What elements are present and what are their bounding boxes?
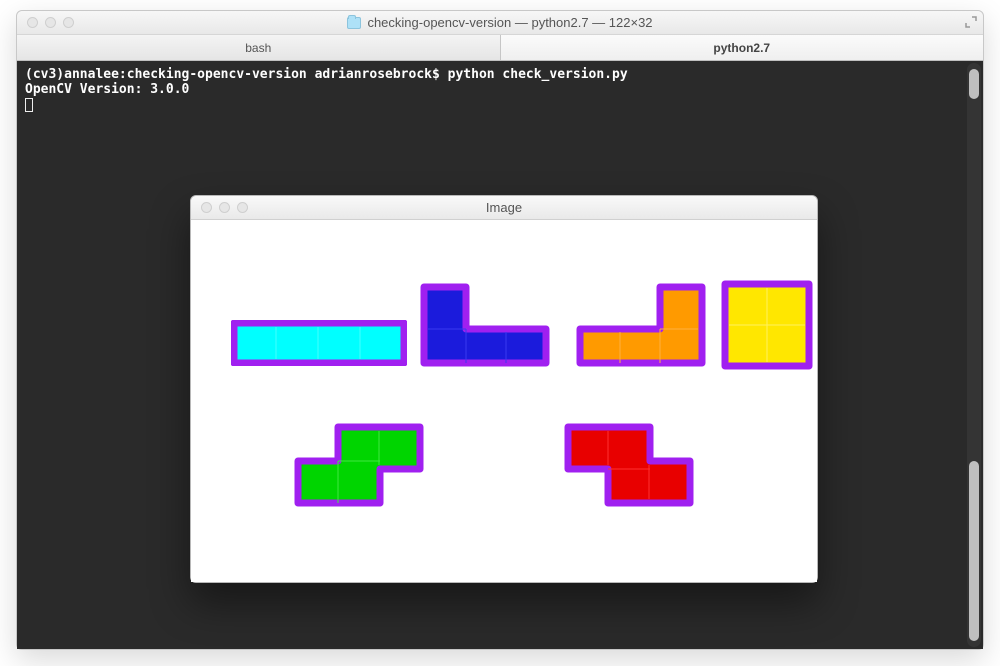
tetris-s-piece	[291, 420, 427, 510]
scroll-thumb-top[interactable]	[969, 69, 979, 99]
image-window-title: Image	[191, 200, 817, 215]
minimize-icon[interactable]	[45, 17, 56, 28]
tetris-o-piece	[721, 280, 813, 370]
tab-label: bash	[245, 41, 271, 55]
command: python check_version.py	[448, 67, 628, 82]
tetris-l-piece	[573, 280, 709, 370]
cursor-icon	[25, 98, 33, 112]
tab-bash[interactable]: bash	[17, 35, 501, 60]
expand-icon[interactable]	[965, 16, 977, 28]
tetris-j-piece	[417, 280, 553, 370]
folder-icon	[347, 17, 361, 29]
output-line: OpenCV Version: 3.0.0	[25, 82, 975, 97]
scrollbar[interactable]	[967, 63, 981, 647]
image-titlebar[interactable]: Image	[191, 196, 817, 220]
window-title-text: checking-opencv-version — python2.7 — 12…	[367, 15, 652, 30]
maximize-icon[interactable]	[63, 17, 74, 28]
tab-python[interactable]: python2.7	[501, 35, 984, 60]
close-icon[interactable]	[27, 17, 38, 28]
image-canvas	[191, 220, 817, 582]
tetris-i-piece	[231, 320, 407, 366]
window-title: checking-opencv-version — python2.7 — 12…	[17, 15, 983, 30]
image-window: Image	[190, 195, 818, 583]
tabbar: bash python2.7	[17, 35, 983, 61]
scroll-thumb-bottom[interactable]	[969, 461, 979, 641]
traffic-lights	[17, 17, 74, 28]
titlebar[interactable]: checking-opencv-version — python2.7 — 12…	[17, 11, 983, 35]
tab-label: python2.7	[713, 41, 770, 55]
tetris-z-piece	[561, 420, 697, 510]
prompt: (cv3)annalee:checking-opencv-version adr…	[25, 67, 448, 82]
